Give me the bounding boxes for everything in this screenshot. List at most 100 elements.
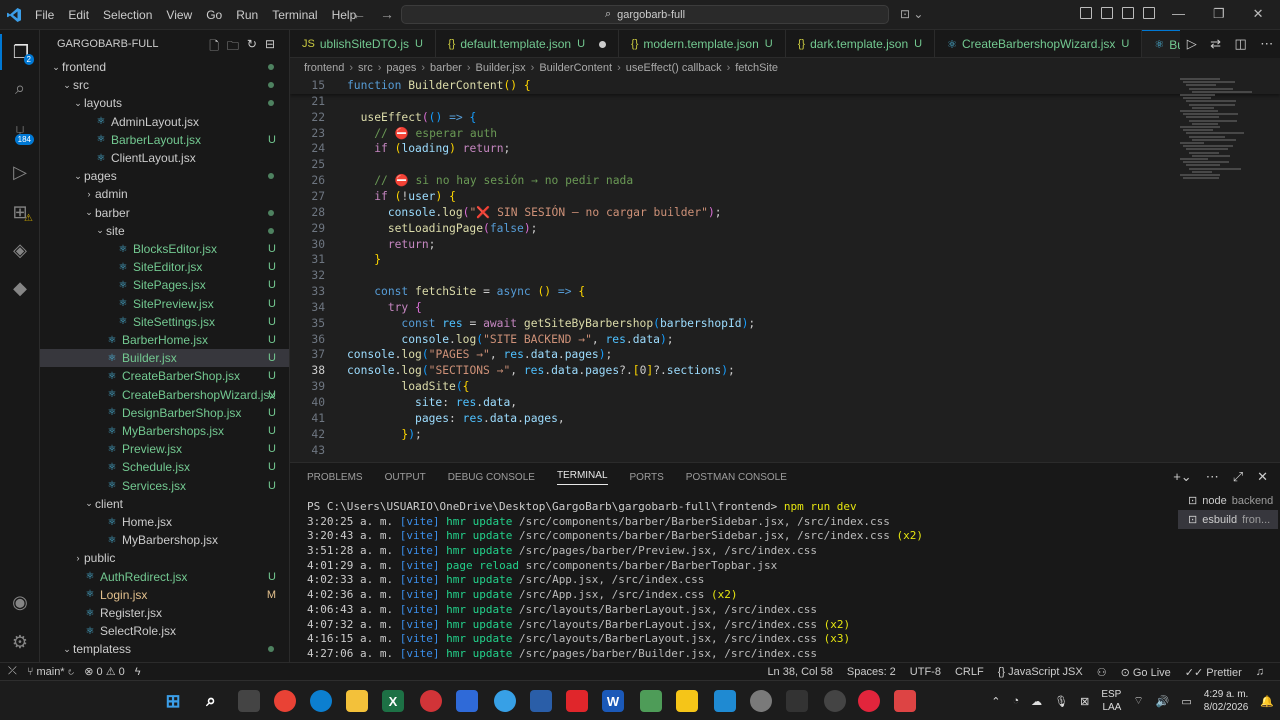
code-line[interactable]: 35 const res = await getSiteByBarbershop… xyxy=(290,316,1280,332)
search-activity-icon[interactable]: ⌕ xyxy=(0,70,40,106)
more-actions-icon[interactable]: ⋯ xyxy=(1260,36,1273,52)
tray-app-icon[interactable]: ◔ xyxy=(1012,695,1019,707)
new-terminal-icon[interactable]: +⌄ xyxy=(1173,469,1191,485)
file-item[interactable]: ⚛ SiteEditor.jsx U xyxy=(40,258,289,276)
file-item[interactable]: ⚛ BlocksEditor.jsx U xyxy=(40,240,289,258)
copilot-icon[interactable]: ⊡ ⌄ xyxy=(900,7,923,21)
code-line[interactable]: 27 if (!user) { xyxy=(290,189,1280,205)
copilot-status-icon[interactable]: ⚇ xyxy=(1097,666,1107,679)
search-taskbar-icon[interactable]: ⌕ xyxy=(200,690,222,712)
split-editor-icon[interactable]: ◫ xyxy=(1235,36,1247,52)
minimap[interactable] xyxy=(1180,78,1266,188)
code-line[interactable]: 31 } xyxy=(290,252,1280,268)
accounts-icon[interactable]: ◉ xyxy=(0,584,40,620)
wifi-icon[interactable]: ⌔ xyxy=(1133,694,1143,708)
folder-item[interactable]: › public xyxy=(40,549,289,567)
cloud-icon[interactable]: ☁ xyxy=(1031,695,1042,708)
file-item[interactable]: ⚛ SiteSettings.jsx U xyxy=(40,313,289,331)
file-item[interactable]: ⚛ Home.jsx xyxy=(40,513,289,531)
code-line[interactable]: 32 xyxy=(290,268,1280,284)
file-item[interactable]: ⚛ MyBarbershops.jsx U xyxy=(40,422,289,440)
language-indicator[interactable]: ESP LAA xyxy=(1101,688,1121,714)
code-editor[interactable]: 15 function BuilderContent() {21 22 useEff… xyxy=(290,78,1280,462)
problems-item[interactable]: ⊗ 0 ⚠ 0 xyxy=(84,665,125,678)
file-item[interactable]: ⚛ SelectRole.jsx xyxy=(40,622,289,640)
file-item[interactable]: ⚛ Services.jsx U xyxy=(40,477,289,495)
minimize-icon[interactable]: — xyxy=(1172,6,1185,22)
run-debug-icon[interactable]: ▷ xyxy=(0,154,40,190)
branch-item[interactable]: ⑂ main* ↻ xyxy=(27,666,74,678)
toggle-panel-icon[interactable] xyxy=(1122,7,1134,19)
code-line[interactable]: 29 setLoadingPage(false); xyxy=(290,221,1280,237)
network-app-icon[interactable]: ⊠ xyxy=(1080,695,1089,708)
more-icon[interactable]: ⋯ xyxy=(1206,469,1219,485)
excel-icon[interactable]: X xyxy=(382,690,404,712)
restore-icon[interactable]: ❐ xyxy=(1213,6,1225,22)
folder-item[interactable]: ⌄ layouts xyxy=(40,94,289,112)
breadcrumb-item[interactable]: pages xyxy=(386,62,416,74)
command-center-search[interactable]: ⌕ gargobarb-full xyxy=(401,5,889,24)
breadcrumb-item[interactable]: frontend xyxy=(304,62,344,74)
panel-tab[interactable]: OUTPUT xyxy=(385,472,426,483)
folder-item[interactable]: ⌄ frontend xyxy=(40,58,289,76)
folder-item[interactable]: ⌄ client xyxy=(40,495,289,513)
file-item[interactable]: ⚛ Builder.jsx U xyxy=(40,349,289,368)
code-line[interactable]: 38 console.log("SECTIONS →", res.data.pag… xyxy=(290,363,1280,379)
file-item[interactable]: ⚛ SitePreview.jsx U xyxy=(40,295,289,313)
folder-item[interactable]: › admin xyxy=(40,185,289,203)
terminal-instance[interactable]: ⊡ node backend xyxy=(1178,491,1278,510)
lightning-icon[interactable]: ϟ xyxy=(135,666,141,678)
media-icon[interactable] xyxy=(894,690,916,712)
file-item[interactable]: ⚛ Register.jsx xyxy=(40,604,289,622)
volume-icon[interactable]: 🔊 xyxy=(1156,695,1170,708)
code-line[interactable]: 24 if (loading) return; xyxy=(290,141,1280,157)
edge-icon[interactable] xyxy=(310,690,332,712)
folder-item[interactable]: ⌄ barber xyxy=(40,204,289,222)
language-mode[interactable]: {} JavaScript JSX xyxy=(998,666,1083,678)
chrome-icon[interactable] xyxy=(274,690,296,712)
code-line[interactable]: 33 const fetchSite = async () => { xyxy=(290,284,1280,300)
code-line[interactable]: 42 }); xyxy=(290,427,1280,443)
code-line[interactable]: 22 useEffect(() => { xyxy=(290,110,1280,126)
pdf-icon[interactable] xyxy=(420,690,442,712)
menu-selection[interactable]: Selection xyxy=(96,8,159,22)
code-line[interactable]: 39 loadSite({ xyxy=(290,379,1280,395)
python-icon[interactable]: ◈ xyxy=(0,232,40,268)
cursor-position[interactable]: Ln 38, Col 58 xyxy=(767,666,832,678)
indentation[interactable]: Spaces: 2 xyxy=(847,666,896,678)
compare-icon[interactable]: ⇄ xyxy=(1210,36,1221,52)
source-control-icon[interactable]: ⑂ 184 xyxy=(0,114,40,150)
code-line[interactable]: 37 console.log("PAGES →", res.data.pages)… xyxy=(290,347,1280,363)
file-item[interactable]: ⚛ Schedule.jsx U xyxy=(40,458,289,476)
menu-file[interactable]: File xyxy=(28,8,61,22)
code-line[interactable]: 28 console.log("❌ SIN SESIÓN — no cargar… xyxy=(290,205,1280,221)
notifications-icon[interactable]: ♫ xyxy=(1256,666,1264,678)
ide-icon[interactable] xyxy=(676,690,698,712)
file-item[interactable]: ⚛ SitePages.jsx U xyxy=(40,276,289,294)
code-line[interactable]: 25 xyxy=(290,157,1280,173)
remote-icon[interactable]: ⤫ xyxy=(8,665,17,678)
run-icon[interactable]: ▷ xyxy=(1187,36,1197,52)
close-window-icon[interactable]: ✕ xyxy=(1253,6,1264,22)
mic-icon[interactable]: 🎙 xyxy=(1054,695,1068,708)
panel-tab[interactable]: DEBUG CONSOLE xyxy=(448,472,535,483)
folder-item[interactable]: ⌄ templatess xyxy=(40,640,289,658)
tool-icon[interactable] xyxy=(530,690,552,712)
panel-tab[interactable]: PROBLEMS xyxy=(307,472,363,483)
file-item[interactable]: ⚛ MyBarbershop.jsx xyxy=(40,531,289,549)
go-live[interactable]: ⊙ Go Live xyxy=(1121,666,1171,679)
node-icon[interactable] xyxy=(640,690,662,712)
code-line[interactable]: 21 xyxy=(290,94,1280,110)
task-view-icon[interactable] xyxy=(238,690,260,712)
folder-item[interactable]: ⌄ site xyxy=(40,222,289,240)
file-item[interactable]: ⚛ AuthRedirect.jsx U xyxy=(40,568,289,586)
menu-go[interactable]: Go xyxy=(199,8,229,22)
browser-icon[interactable] xyxy=(494,690,516,712)
folder-item[interactable]: ⌄ src xyxy=(40,76,289,94)
explorer-icon[interactable]: ❐ 2 xyxy=(0,34,40,70)
unsaved-dot-icon[interactable] xyxy=(599,40,607,48)
file-item[interactable]: ⚛ Login.jsx M xyxy=(40,586,289,604)
vscode-taskbar-icon[interactable] xyxy=(714,690,736,712)
menu-edit[interactable]: Edit xyxy=(61,8,96,22)
file-item[interactable]: ⚛ AdminLayout.jsx xyxy=(40,113,289,131)
